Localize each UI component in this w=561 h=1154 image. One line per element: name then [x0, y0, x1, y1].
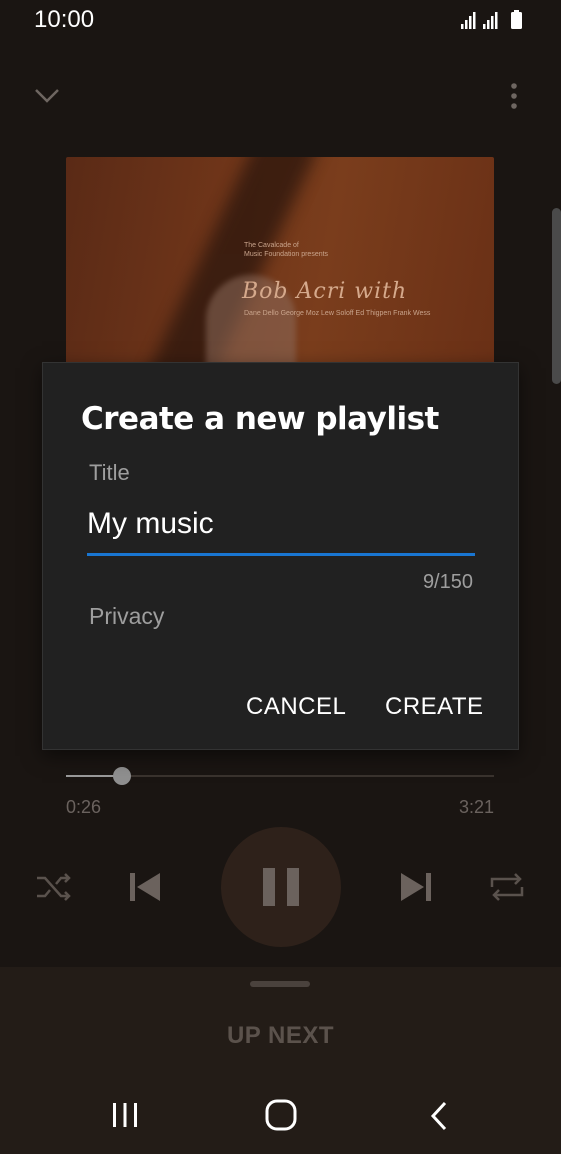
- progress-thumb[interactable]: [112, 767, 131, 785]
- privacy-label[interactable]: Privacy: [89, 603, 164, 630]
- previous-button[interactable]: [124, 867, 164, 907]
- more-vert-icon: [511, 83, 517, 109]
- home-button[interactable]: [263, 1098, 299, 1132]
- create-button[interactable]: CREATE: [385, 693, 484, 721]
- recents-icon: [113, 1103, 137, 1127]
- status-icons: [461, 10, 531, 30]
- playlist-title-input[interactable]: [87, 499, 475, 556]
- current-time: 0:26: [66, 797, 102, 817]
- repeat-button[interactable]: [487, 869, 527, 905]
- more-options-button[interactable]: [503, 82, 525, 112]
- title-field-label: Title: [89, 460, 130, 485]
- duration-time: 3:21: [458, 797, 494, 817]
- shuffle-icon: [37, 873, 71, 901]
- back-icon: [430, 1101, 447, 1131]
- chevron-down-icon: [35, 89, 59, 103]
- sheet-drag-handle[interactable]: [250, 981, 310, 987]
- album-credits: Dane Dello George Moz Lew Soloff Ed Thig…: [244, 310, 431, 317]
- battery-icon: [511, 10, 522, 29]
- back-button[interactable]: [425, 1100, 453, 1132]
- album-artist: Bob Acri with: [242, 279, 408, 304]
- pause-button[interactable]: [221, 827, 341, 947]
- skip-previous-icon: [130, 873, 160, 901]
- signal-icon: [461, 12, 476, 29]
- recent-apps-button[interactable]: [108, 1100, 142, 1130]
- collapse-player-button[interactable]: [32, 84, 62, 108]
- shuffle-button[interactable]: [34, 869, 74, 905]
- status-time: 10:00: [34, 6, 95, 33]
- album-presenter-line1: The Cavalcade of: [244, 242, 299, 249]
- home-icon: [265, 1099, 297, 1131]
- up-next-label[interactable]: UP NEXT: [0, 1022, 561, 1050]
- next-button[interactable]: [397, 867, 437, 907]
- signal-icon-2: [483, 12, 498, 29]
- create-playlist-dialog: Create a new playlist Title 9/150 Privac…: [42, 362, 519, 750]
- dialog-title: Create a new playlist: [81, 401, 439, 437]
- album-presenter-line2: Music Foundation presents: [244, 251, 329, 258]
- album-art: The Cavalcade of Music Foundation presen…: [66, 157, 494, 367]
- repeat-icon: [490, 873, 524, 901]
- scrollbar-thumb[interactable]: [552, 208, 561, 384]
- pause-icon: [263, 868, 299, 906]
- cancel-button[interactable]: CANCEL: [246, 693, 346, 721]
- skip-next-icon: [401, 873, 431, 901]
- character-counter: 9/150: [422, 571, 473, 593]
